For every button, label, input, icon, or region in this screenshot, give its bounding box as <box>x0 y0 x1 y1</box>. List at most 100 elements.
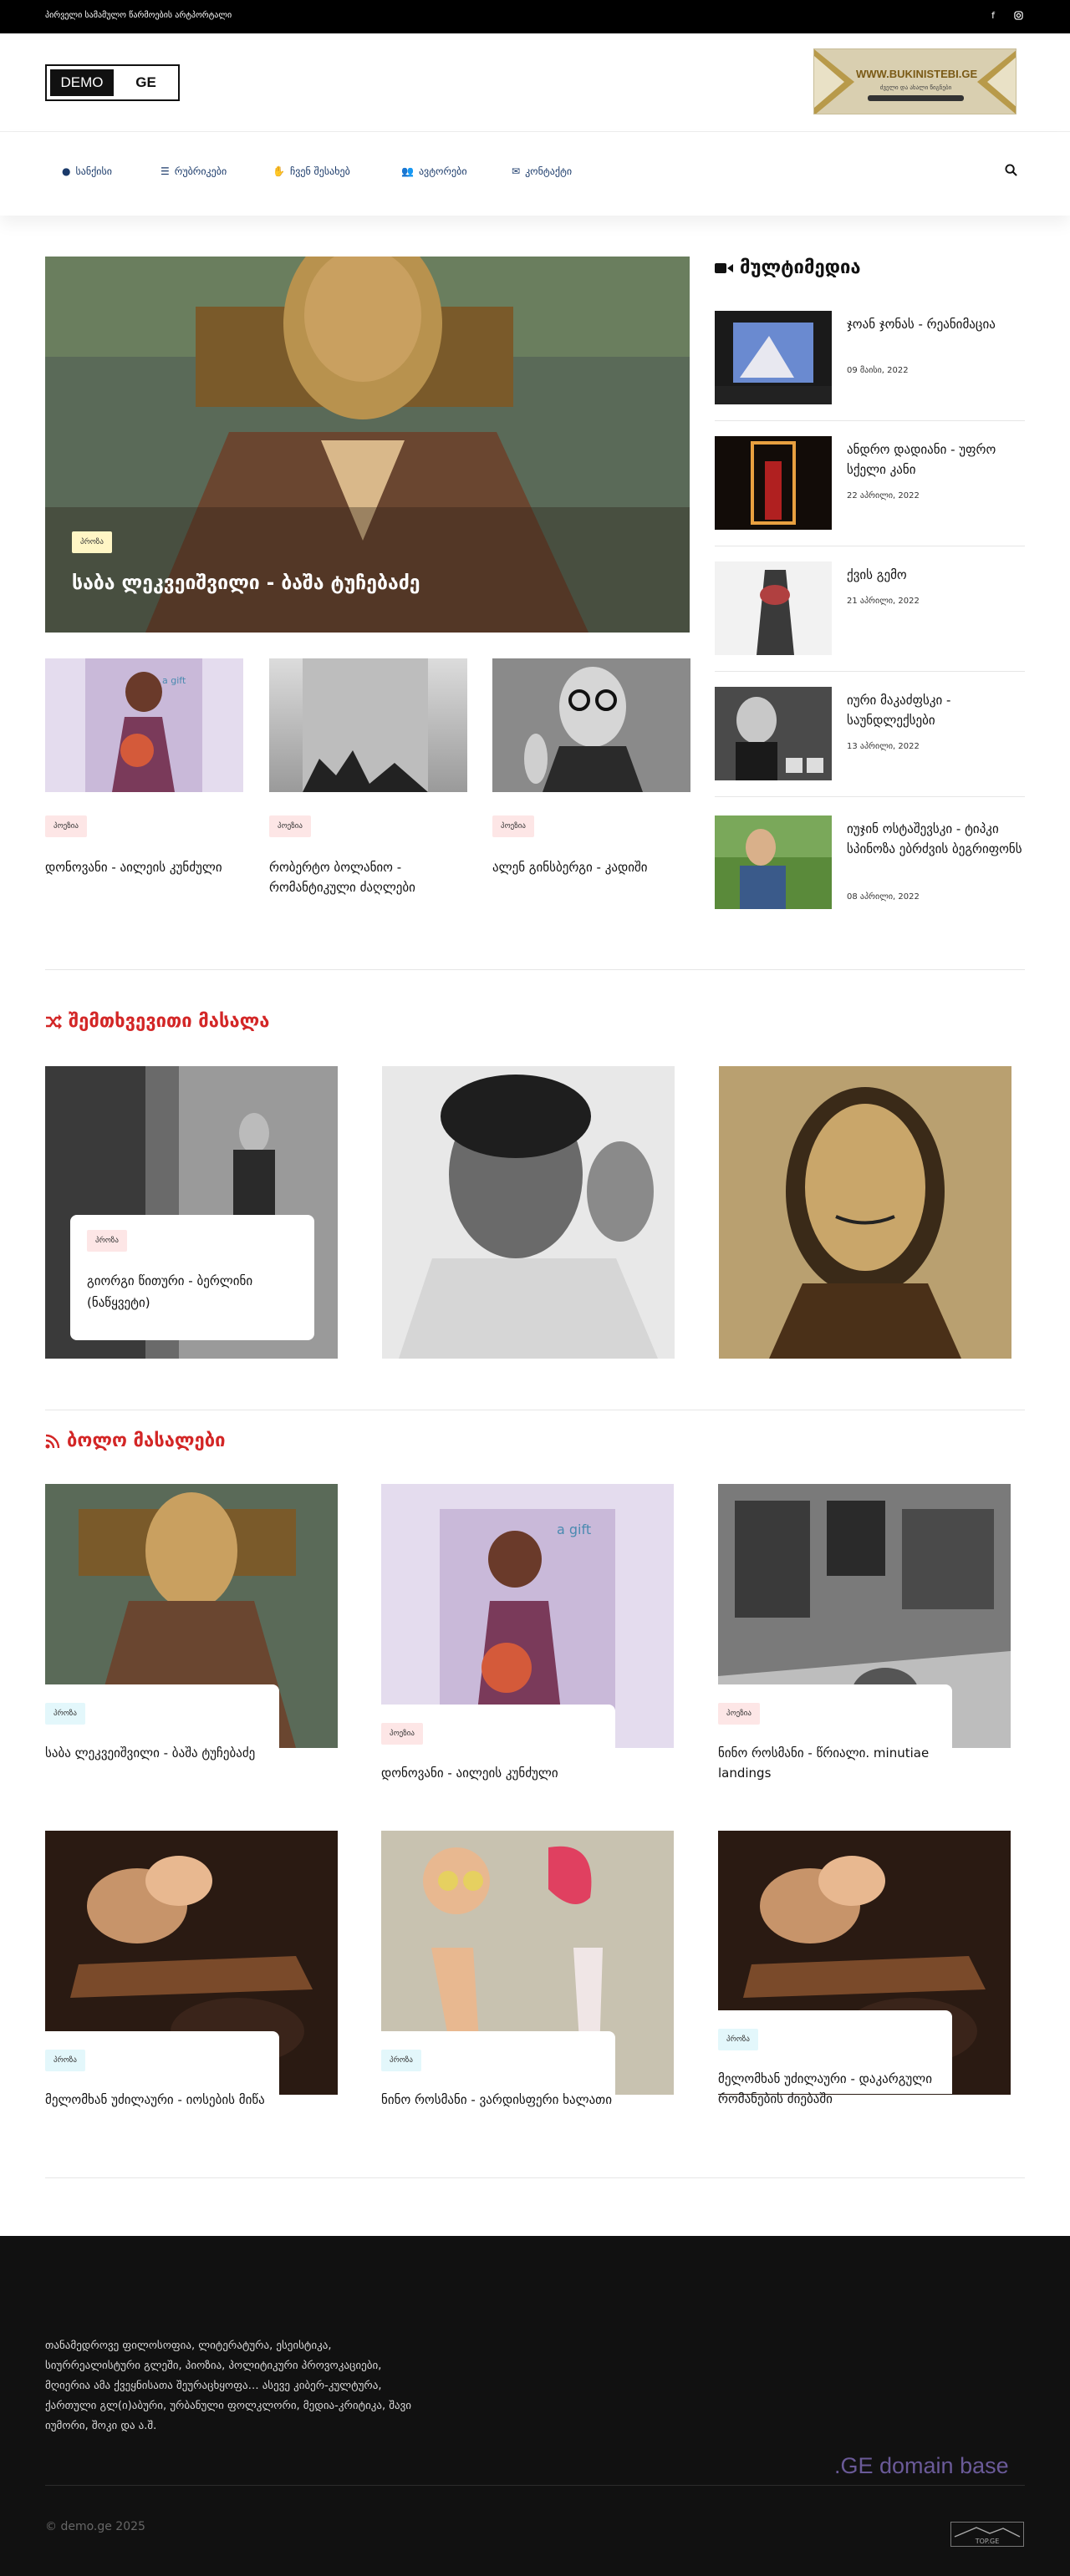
featured-title[interactable]: დონოვანი - აილეის კუნძული <box>45 857 243 877</box>
multimedia-title[interactable]: იუჯინ ოსტაშევსკი - ტიპკი სპინოზა ებრძვის… <box>847 819 1025 859</box>
latest-article[interactable]: a gift პოეზია დონოვანი - აილეის კუნძული <box>381 1484 674 1810</box>
footer-copyright: © demo.ge 2025 <box>45 2520 145 2533</box>
nav-item-authors[interactable]: 👥 ავტორები <box>401 165 467 177</box>
random-article-image[interactable] <box>719 1066 1011 1359</box>
site-tagline: პირველი სამამულო წარმოების არტპორტალი <box>45 11 232 20</box>
instagram-icon[interactable] <box>1011 9 1025 23</box>
svg-text:a gift: a gift <box>557 1522 591 1537</box>
nav-item-rubrics[interactable]: ☰ რუბრიკები <box>160 165 227 177</box>
random-article-title[interactable]: გიორგი წითური - ბერლინი (ნაწყვეტი) <box>87 1270 304 1313</box>
multimedia-title[interactable]: ანდრო დადიანი - უფრო სქელი კანი <box>847 439 1025 480</box>
multimedia-heading: მულტიმედია <box>715 257 861 278</box>
nav-item-sanqisi[interactable]: ● სანქისი <box>62 165 112 177</box>
latest-article[interactable]: პროზა ნინო როსმანი - ვარდისფერი ხალათი <box>381 1831 674 2157</box>
latest-heading-label: ბოლო მასალები <box>67 1430 226 1451</box>
multimedia-date: 13 აპრილი, 2022 <box>847 742 920 751</box>
user-secret-icon: ● <box>62 165 71 177</box>
multimedia-date: 08 აპრილი, 2022 <box>847 892 920 902</box>
random-article-image[interactable] <box>382 1066 675 1359</box>
featured-category-badge[interactable]: პოეზია <box>45 815 87 837</box>
multimedia-title[interactable]: იური მაკაძფსკი - საუნდლექსები <box>847 690 1025 730</box>
multimedia-item[interactable]: იუჯინ ოსტაშევსკი - ტიპკი სპინოზა ებრძვის… <box>715 815 1025 909</box>
featured-image[interactable] <box>492 658 690 792</box>
search-icon[interactable] <box>1005 164 1017 180</box>
latest-heading: ბოლო მასალები <box>45 1430 226 1451</box>
multimedia-heading-label: მულტიმედია <box>740 257 861 278</box>
nav-item-about[interactable]: ✋ ჩვენ შესახებ <box>273 165 350 177</box>
site-logo[interactable]: DEMO GE <box>45 64 180 101</box>
nav-item-contact[interactable]: ✉ კონტაქტი <box>512 165 572 177</box>
multimedia-item[interactable]: იური მაკაძფსკი - საუნდლექსები 13 აპრილი,… <box>715 687 1025 780</box>
facebook-icon[interactable]: f <box>986 9 1000 23</box>
handshake-icon: ✋ <box>273 165 285 177</box>
random-article-card[interactable]: პროზა გიორგი წითური - ბერლინი (ნაწყვეტი) <box>70 1215 314 1340</box>
multimedia-thumb[interactable] <box>715 687 832 780</box>
svg-text:a gift: a gift <box>162 675 186 686</box>
nav-label: კონტაქტი <box>525 165 573 177</box>
latest-article-title[interactable]: მელომხან უძილაური - იოსების მიწა <box>45 2090 296 2110</box>
latest-article[interactable]: პოეზია ნინო როსმანი - წრიალი. minutiae l… <box>718 1484 1011 1810</box>
multimedia-thumb[interactable] <box>715 436 832 530</box>
domain-base-link[interactable]: .GE domain base <box>834 2453 1009 2479</box>
tasks-icon: ☰ <box>160 165 170 177</box>
random-icon <box>46 1014 62 1029</box>
latest-article-title[interactable]: საბა ლეკვეიშვილი - ბაშა ტუჩებაძე <box>45 1743 296 1763</box>
featured-title[interactable]: ალენ გინსბერგი - კადიში <box>492 857 690 877</box>
multimedia-item[interactable]: ანდრო დადიანი - უფრო სქელი კანი 22 აპრილ… <box>715 436 1025 530</box>
multimedia-date: 22 აპრილი, 2022 <box>847 491 920 500</box>
random-heading-label: შემთხვევითი მასალა <box>69 1011 270 1032</box>
random-category-badge[interactable]: პროზა <box>87 1230 127 1252</box>
featured-category-badge[interactable]: პოეზია <box>492 815 534 837</box>
logo-part-ge: GE <box>135 74 156 90</box>
video-camera-icon <box>715 262 733 273</box>
latest-category-badge[interactable]: პროზა <box>45 2050 85 2071</box>
ad-title: WWW.BUKINISTEBI.GE <box>856 68 978 80</box>
nav-label: ავტორები <box>418 165 467 177</box>
hero-article[interactable]: პროზა საბა ლეკვეიშვილი - ბაშა ტუჩებაძე <box>45 257 690 633</box>
hero-category-badge[interactable]: პროზა <box>72 531 112 553</box>
featured-image[interactable]: a gift <box>45 658 243 792</box>
latest-article[interactable]: პროზა საბა ლეკვეიშვილი - ბაშა ტუჩებაძე <box>45 1484 338 1810</box>
latest-category-badge[interactable]: პროზა <box>45 1703 85 1725</box>
nav-label: რუბრიკები <box>174 165 227 177</box>
multimedia-title[interactable]: ჯოან ჯონას - რეანიმაცია <box>847 314 1025 334</box>
latest-article[interactable]: პროზა მელომხან უძილაური - დაკარგული რომა… <box>718 1831 1011 2157</box>
users-icon: 👥 <box>401 165 414 177</box>
multimedia-item[interactable]: ქვის გემო 21 აპრილი, 2022 <box>715 561 1025 655</box>
multimedia-title[interactable]: ქვის გემო <box>847 565 1025 585</box>
top-ge-counter[interactable]: TOP.GE <box>950 2522 1024 2547</box>
featured-category-badge[interactable]: პოეზია <box>269 815 311 837</box>
latest-category-badge[interactable]: პოეზია <box>718 1703 760 1725</box>
featured-title[interactable]: რობერტო ბოლანიო - რომანტიკული ძაღლები <box>269 857 467 897</box>
multimedia-thumb[interactable] <box>715 561 832 655</box>
multimedia-thumb[interactable] <box>715 815 832 909</box>
site-footer: თანამედროვე ფილოსოფია, ლიტერატურა, ესეის… <box>0 2236 1070 2576</box>
ad-bar <box>868 95 964 101</box>
main-nav: ● სანქისი ☰ რუბრიკები ✋ ჩვენ შესახებ 👥 ა… <box>0 132 1070 216</box>
multimedia-thumb[interactable] <box>715 311 832 404</box>
divider <box>715 671 1025 672</box>
ad-subtitle: ძველი და ახალი წიგნები <box>879 84 952 91</box>
latest-category-badge[interactable]: პროზა <box>381 2050 421 2071</box>
featured-image[interactable] <box>269 658 467 792</box>
latest-article-title[interactable]: დონოვანი - აილეის კუნძული <box>381 1763 632 1783</box>
random-heading: შემთხვევითი მასალა <box>45 1011 269 1032</box>
header-ad-banner[interactable]: WWW.BUKINISTEBI.GE ძველი და ახალი წიგნებ… <box>813 48 1016 114</box>
section-divider <box>45 2177 1025 2178</box>
latest-article-title[interactable]: ნინო როსმანი - ვარდისფერი ხალათი <box>381 2090 632 2110</box>
latest-category-badge[interactable]: პოეზია <box>381 1723 423 1745</box>
latest-article[interactable]: პროზა მელომხან უძილაური - იოსების მიწა <box>45 1831 338 2157</box>
latest-article-title[interactable]: მელომხან უძილაური - დაკარგული რომანების … <box>718 2069 969 2109</box>
site-header: DEMO GE WWW.BUKINISTEBI.GE ძველი და ახალ… <box>0 33 1070 132</box>
footer-about-text: თანამედროვე ფილოსოფია, ლიტერატურა, ესეის… <box>45 2340 412 2432</box>
latest-article-title[interactable]: ნინო როსმანი - წრიალი. minutiae landings <box>718 1743 969 1783</box>
multimedia-item[interactable]: ჯოან ჯონას - რეანიმაცია 09 მაისი, 2022 <box>715 311 1025 404</box>
mountain-icon <box>954 2527 1021 2538</box>
footer-divider <box>45 2485 1025 2486</box>
divider <box>715 796 1025 797</box>
multimedia-date: 21 აპრილი, 2022 <box>847 597 920 606</box>
inbox-icon: ✉ <box>512 165 521 177</box>
hero-title[interactable]: საბა ლეკვეიშვილი - ბაშა ტუჩებაძე <box>72 572 420 594</box>
top-bar: პირველი სამამულო წარმოების არტპორტალი f <box>0 0 1070 33</box>
latest-category-badge[interactable]: პროზა <box>718 2029 758 2050</box>
